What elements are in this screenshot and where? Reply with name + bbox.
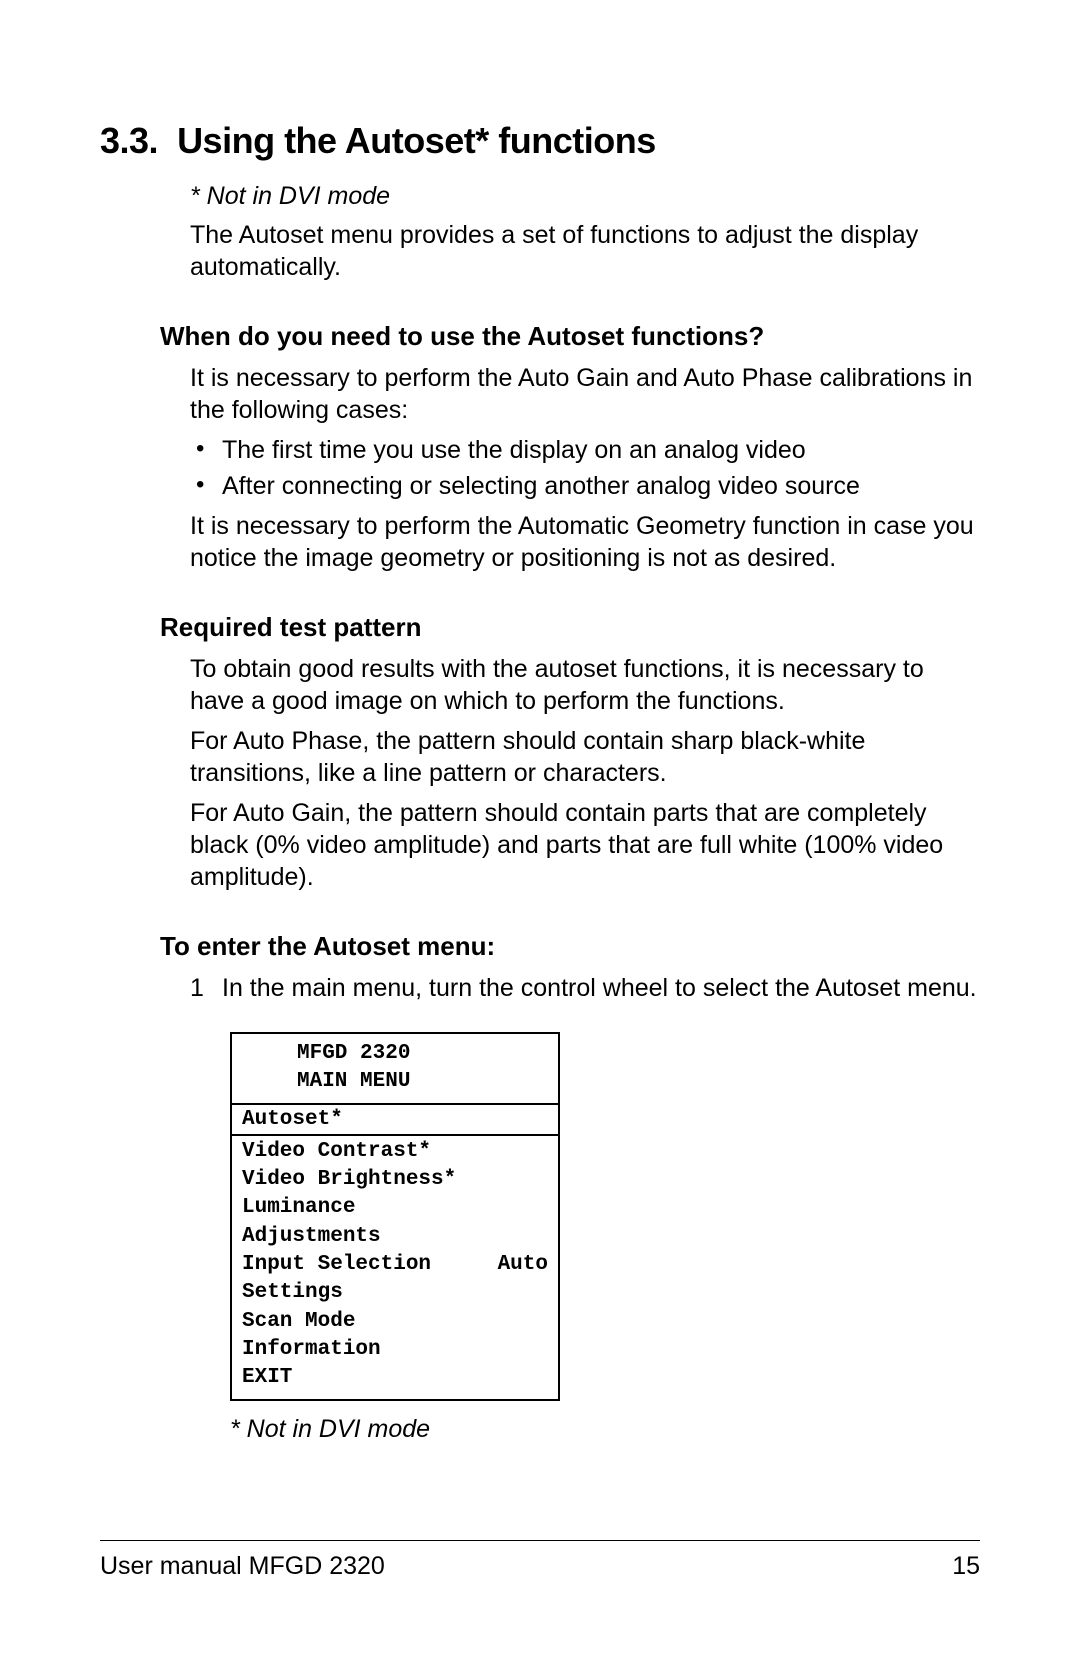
section-title: 3.3. Using the Autoset* functions <box>100 120 980 162</box>
osd-item: Scan Mode <box>242 1308 548 1336</box>
osd-menu-note: * Not in DVI mode <box>230 1415 980 1444</box>
osd-item: Video Contrast* <box>242 1138 548 1166</box>
osd-menu-header: MFGD 2320 MAIN MENU <box>232 1034 558 1105</box>
list-step: 1 In the main menu, turn the control whe… <box>190 972 980 1004</box>
osd-header-line1: MFGD 2320 <box>242 1040 548 1068</box>
subheading-pattern: Required test pattern <box>160 612 980 643</box>
numbered-list: 1 In the main menu, turn the control whe… <box>190 972 980 1004</box>
subheading-when: When do you need to use the Autoset func… <box>160 321 980 352</box>
osd-item: Adjustments <box>242 1223 548 1251</box>
osd-selected-item: Autoset* <box>232 1105 558 1136</box>
osd-item-value: Auto <box>498 1251 548 1279</box>
osd-item-input-selection: Input Selection Auto <box>242 1251 548 1279</box>
sub1-para2: It is necessary to perform the Automatic… <box>190 510 980 574</box>
section-note: * Not in DVI mode <box>190 182 980 211</box>
osd-item-label: Input Selection <box>242 1251 431 1279</box>
bullet-item: The first time you use the display on an… <box>190 434 980 466</box>
osd-menu: MFGD 2320 MAIN MENU Autoset* Video Contr… <box>230 1032 560 1401</box>
sub2-para2: For Auto Phase, the pattern should conta… <box>190 725 980 789</box>
osd-item: Information <box>242 1336 548 1364</box>
osd-item: Video Brightness* <box>242 1166 548 1194</box>
sub2-para1: To obtain good results with the autoset … <box>190 653 980 717</box>
subheading-enter: To enter the Autoset menu: <box>160 931 980 962</box>
section-number: 3.3. <box>100 120 158 161</box>
step-text: In the main menu, turn the control wheel… <box>222 972 980 1004</box>
osd-item-exit: EXIT <box>242 1364 548 1392</box>
bullet-item: After connecting or selecting another an… <box>190 470 980 502</box>
sub1-bullets: The first time you use the display on an… <box>190 434 980 502</box>
sub2-para3: For Auto Gain, the pattern should contai… <box>190 797 980 893</box>
step-number: 1 <box>190 972 222 1004</box>
sub1-para1: It is necessary to perform the Auto Gain… <box>190 362 980 426</box>
osd-header-line2: MAIN MENU <box>242 1068 548 1096</box>
osd-item: Settings <box>242 1279 548 1307</box>
section-intro: The Autoset menu provides a set of funct… <box>190 219 980 283</box>
page-content: 3.3. Using the Autoset* functions * Not … <box>100 120 980 1444</box>
footer-page-number: 15 <box>952 1552 980 1581</box>
footer-left-text: User manual MFGD 2320 <box>100 1552 385 1581</box>
osd-item: Luminance <box>242 1194 548 1222</box>
footer-divider <box>100 1540 980 1541</box>
section-title-text: Using the Autoset* functions <box>177 120 656 161</box>
osd-menu-items: Video Contrast* Video Brightness* Lumina… <box>232 1136 558 1399</box>
